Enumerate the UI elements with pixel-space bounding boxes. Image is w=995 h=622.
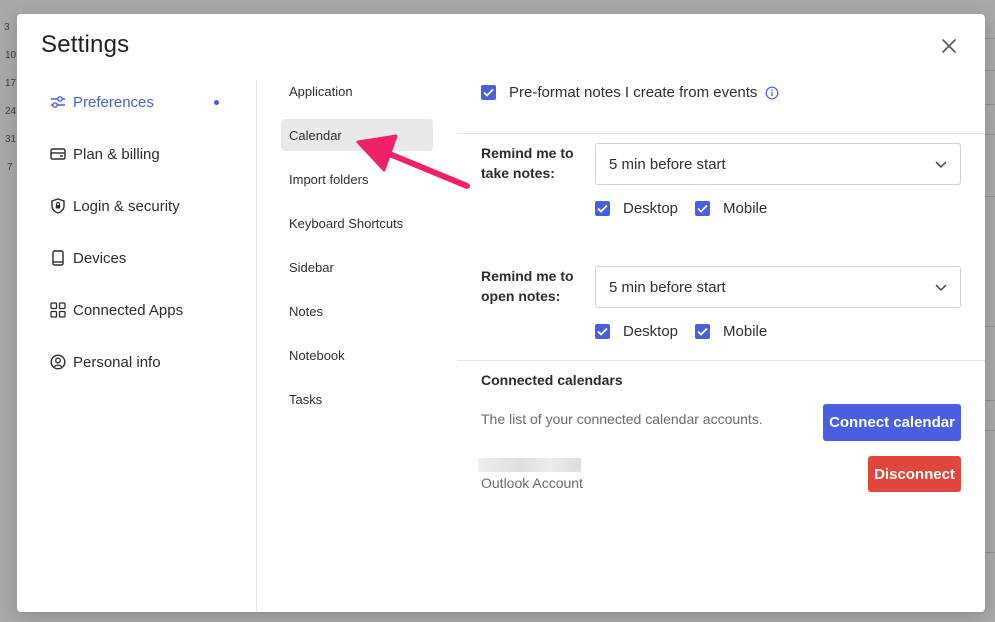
settings-modal: Settings Preferences Plan & billing Logi… — [17, 14, 985, 612]
nav-item-label: Login & security — [73, 197, 180, 215]
preformat-label: Pre-format notes I create from events — [509, 84, 758, 101]
background-calendar: 3 10 17 24 31 7 — [0, 0, 16, 622]
nav-item-devices[interactable]: Devices — [49, 232, 229, 284]
nav-item-connected-apps[interactable]: Connected Apps — [49, 284, 229, 336]
apps-grid-icon — [49, 301, 67, 319]
subnav-item-sidebar[interactable]: Sidebar — [281, 251, 433, 283]
subnav-item-notes[interactable]: Notes — [281, 295, 433, 327]
remind-open-devices: Desktop Mobile — [595, 323, 767, 340]
connected-calendars-description: The list of your connected calendar acco… — [481, 411, 763, 427]
preformat-row: Pre-format notes I create from events — [481, 84, 779, 101]
remind-open-label-line1: Remind me to — [481, 268, 574, 284]
nav-item-label: Devices — [73, 249, 127, 267]
info-icon[interactable] — [765, 86, 779, 100]
modal-title: Settings — [41, 31, 130, 58]
chevron-down-icon — [935, 284, 947, 292]
calendar-day: 31 — [5, 134, 17, 145]
divider — [985, 400, 995, 401]
remind-take-mobile-checkbox[interactable] — [695, 201, 711, 216]
nav-item-plan-billing[interactable]: Plan & billing — [49, 128, 229, 180]
remind-open-mobile-label: Mobile — [723, 323, 768, 340]
section-divider — [457, 360, 985, 361]
divider — [985, 134, 995, 135]
calendar-day: 24 — [5, 106, 17, 117]
settings-nav: Preferences Plan & billing Login & secur… — [49, 76, 229, 388]
account-email-redacted — [478, 458, 581, 472]
checkmark-icon — [483, 88, 494, 97]
nav-item-label: Preferences — [73, 93, 154, 111]
nav-item-label: Personal info — [73, 353, 161, 371]
shield-lock-icon — [49, 197, 67, 215]
remind-take-label-line1: Remind me to — [481, 145, 574, 161]
remind-take-label: Remind me to take notes: — [481, 143, 574, 183]
active-indicator-dot — [214, 100, 219, 105]
background-calendar-right — [985, 0, 995, 622]
divider — [985, 38, 995, 39]
calendar-day: 10 — [5, 50, 17, 61]
divider — [985, 104, 995, 105]
subnav-item-application[interactable]: Application — [281, 75, 433, 107]
remind-open-desktop-label: Desktop — [623, 323, 679, 340]
nav-item-preferences[interactable]: Preferences — [49, 76, 229, 128]
divider — [985, 196, 995, 197]
remind-take-desktop-label: Desktop — [623, 200, 679, 217]
subnav-item-notebook[interactable]: Notebook — [281, 339, 433, 371]
remind-take-desktop-checkbox[interactable] — [595, 201, 610, 216]
credit-card-icon — [49, 145, 67, 163]
divider — [985, 430, 995, 431]
divider — [985, 552, 995, 553]
divider — [985, 70, 995, 71]
calendar-day: 3 — [4, 22, 10, 33]
connected-calendars-title: Connected calendars — [481, 372, 623, 388]
remind-open-selected-value: 5 min before start — [609, 278, 726, 296]
remind-open-label-line2: open notes: — [481, 288, 561, 304]
connect-calendar-button[interactable]: Connect calendar — [823, 404, 961, 441]
account-type-label: Outlook Account — [481, 475, 583, 491]
nav-item-label: Plan & billing — [73, 145, 160, 163]
checkmark-icon — [697, 327, 708, 336]
checkmark-icon — [597, 327, 608, 336]
remind-take-selected-value: 5 min before start — [609, 155, 726, 173]
remind-open-select[interactable]: 5 min before start — [595, 266, 961, 308]
close-icon — [942, 39, 956, 53]
nav-item-login-security[interactable]: Login & security — [49, 180, 229, 232]
mobile-device-icon — [49, 249, 67, 267]
preferences-subnav: Application Calendar Import folders Keyb… — [281, 75, 433, 427]
annotation-arrow-icon — [356, 134, 470, 189]
preformat-checkbox[interactable] — [481, 85, 496, 100]
sliders-icon — [49, 93, 67, 111]
divider — [985, 326, 995, 327]
nav-divider — [256, 80, 257, 612]
calendar-day: 17 — [5, 78, 17, 89]
remind-take-mobile-label: Mobile — [723, 200, 768, 217]
remind-take-select[interactable]: 5 min before start — [595, 143, 961, 185]
remind-open-mobile-checkbox[interactable] — [695, 324, 711, 339]
checkmark-icon — [597, 204, 608, 213]
checkmark-icon — [697, 204, 708, 213]
remind-take-label-line2: take notes: — [481, 165, 555, 181]
remind-open-label: Remind me to open notes: — [481, 266, 574, 306]
nav-item-personal-info[interactable]: Personal info — [49, 336, 229, 388]
disconnect-button[interactable]: Disconnect — [868, 456, 961, 492]
calendar-day: 7 — [7, 162, 13, 173]
subnav-item-tasks[interactable]: Tasks — [281, 383, 433, 415]
remind-open-desktop-checkbox[interactable] — [595, 324, 610, 339]
subnav-item-keyboard-shortcuts[interactable]: Keyboard Shortcuts — [281, 207, 433, 239]
close-button[interactable] — [939, 36, 959, 56]
chevron-down-icon — [935, 161, 947, 169]
remind-take-devices: Desktop Mobile — [595, 200, 767, 217]
section-divider — [457, 133, 985, 134]
nav-item-label: Connected Apps — [73, 301, 184, 319]
user-circle-icon — [49, 353, 67, 371]
